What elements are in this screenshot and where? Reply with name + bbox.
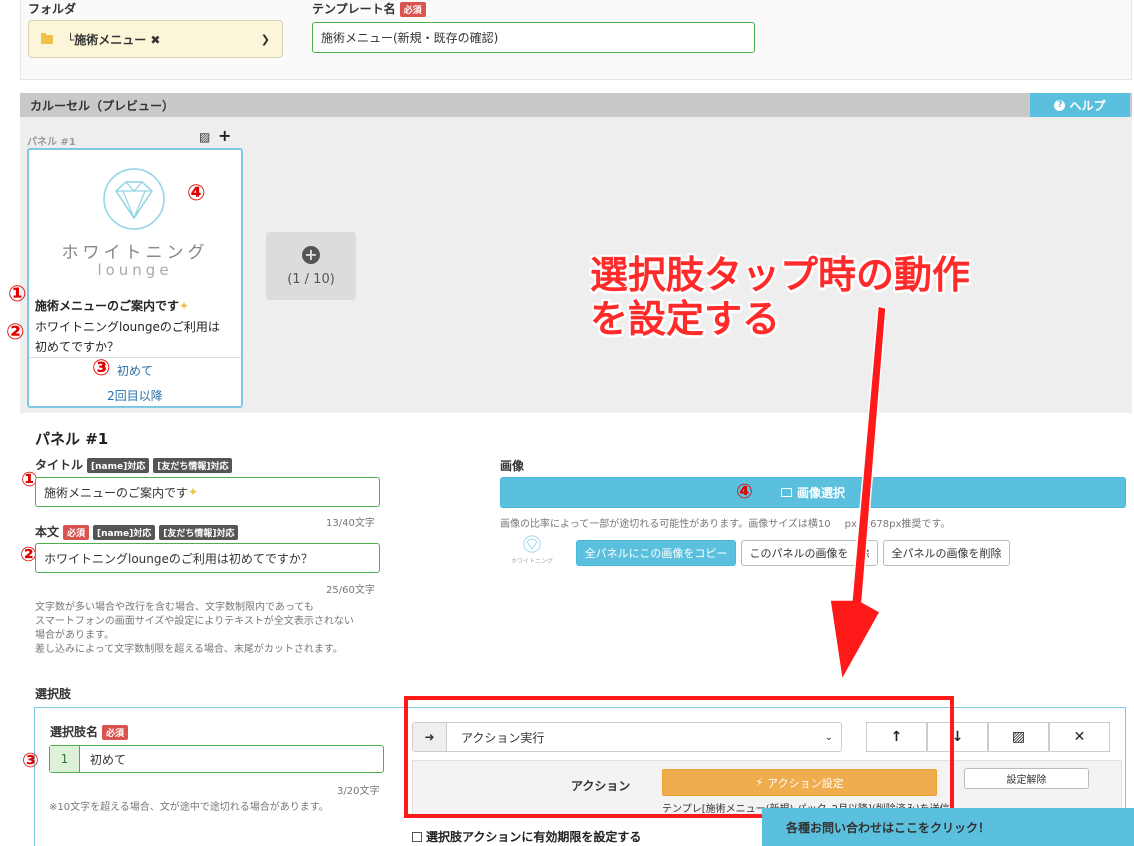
marker-4: ④: [187, 181, 206, 206]
highlight-rectangle: [404, 696, 954, 818]
annotation-line2: を設定する: [590, 297, 781, 341]
folder-value: └施術メニュー ✖: [67, 32, 161, 47]
sparkle-icon: ✦: [188, 485, 199, 499]
divider: [29, 357, 241, 358]
copy-image-all-button[interactable]: 全パネルにこの画像をコピー: [576, 540, 736, 566]
marker-3: ③: [92, 356, 111, 381]
choice-note: ※10文字を超える場合、文が途中で途切れる場合があります。: [49, 802, 329, 813]
title-label: タイトル [name]対応 [友だち情報]対応: [35, 456, 233, 473]
body-note-4: 差し込みによって文字数制限を超える場合、末尾がカットされます。: [35, 644, 343, 655]
card-body-line1: ホワイトニングloungeのご利用は: [35, 320, 220, 334]
diamond-logo-icon: [103, 168, 165, 230]
card-title: 施術メニューのご案内です✦: [35, 297, 189, 314]
preview-panel-label: パネル #1: [27, 137, 76, 148]
friend-tag: [友だち情報]対応: [153, 458, 233, 473]
add-panel-button[interactable]: + (1 / 10): [266, 232, 356, 300]
template-name-label: テンプレート名 必須: [312, 0, 426, 17]
help-label: ヘルプ: [1069, 98, 1106, 113]
title-label-text: タイトル: [35, 458, 84, 472]
card-body-line2: 初めてですか？: [35, 340, 120, 354]
required-badge: 必須: [399, 2, 426, 17]
marker-3-field: ③: [22, 748, 39, 772]
expiry-checkbox[interactable]: [412, 831, 422, 842]
marker-4-field: ④: [736, 479, 753, 503]
copy-choice-button[interactable]: ▨: [988, 722, 1049, 752]
body-label-text: 本文: [35, 525, 60, 539]
choice-name-label: 選択肢名 必須: [50, 723, 129, 740]
plus-circle-icon: +: [302, 245, 320, 264]
folder-icon: [41, 32, 53, 44]
choices-label: 選択肢: [35, 687, 72, 701]
copy-panel-icon[interactable]: ▨: [199, 130, 210, 144]
body-note-1: 文字数が多い場合や改行を含む場合、文字数制限内であっても: [35, 602, 314, 613]
expiry-option[interactable]: 選択肢アクションに有効期限を設定する: [412, 828, 641, 845]
preview-card[interactable]: ホワイトニング lounge 施術メニューのご案内です✦ ホワイトニングloun…: [27, 148, 243, 408]
image-thumbnail: ホワイトニング: [506, 535, 558, 569]
template-name-label-text: テンプレート名: [312, 2, 396, 16]
choice-name-label-text: 選択肢名: [50, 725, 99, 739]
card-title-text: 施術メニューのご案内です: [35, 299, 180, 313]
required-badge: 必須: [63, 525, 90, 540]
expiry-label: 選択肢アクションに有効期限を設定する: [426, 830, 642, 844]
marker-2: ②: [6, 320, 25, 345]
template-name-value: 施術メニュー(新規・既存の確認): [321, 31, 499, 45]
title-input[interactable]: 施術メニューのご案内です ✦: [35, 477, 380, 507]
folder-label: フォルダ: [28, 2, 77, 16]
add-panel-icon[interactable]: +: [218, 128, 231, 144]
image-icon: [780, 488, 792, 497]
title-input-value: 施術メニューのご案内です: [44, 485, 189, 500]
panel-count: (1 / 10): [287, 271, 335, 287]
panel-heading: パネル #1: [35, 430, 109, 448]
sparkle-icon: ✦: [179, 299, 190, 313]
choice-count: 3/20文字: [337, 786, 380, 797]
copy-icon: ▨: [1011, 729, 1026, 745]
friend-tag: [友だち情報]対応: [159, 525, 239, 540]
marker-1: ①: [8, 282, 27, 307]
choice-index: 1: [50, 746, 80, 772]
name-tag: [name]対応: [93, 525, 156, 540]
question-circle-icon: ?: [1054, 99, 1066, 111]
card-choice-2[interactable]: 2回目以降: [29, 387, 241, 404]
body-label: 本文 必須 [name]対応 [友だち情報]対応: [35, 523, 239, 540]
choice-name-value: 初めて: [90, 752, 127, 767]
folder-select[interactable]: └施術メニュー ✖ ❯: [28, 20, 283, 58]
annotation-arrow: [829, 305, 887, 683]
logo-text: ホワイトニング: [61, 243, 209, 263]
body-note-2: スマートフォンの画面サイズや設定によりテキストが全文表示されない: [35, 616, 354, 627]
image-note-a: 画像の比率によって一部が途切れる可能性があります。画像サイズは横10: [500, 519, 831, 530]
thumb-logo-text: ホワイトニング: [510, 558, 553, 565]
choice-name-input[interactable]: 1 初めて: [49, 745, 384, 773]
logo-subtext: lounge: [97, 261, 173, 279]
template-name-input[interactable]: 施術メニュー(新規・既存の確認): [312, 22, 755, 53]
close-icon: ✕: [1073, 729, 1086, 745]
body-note-3: 場合があります。: [35, 630, 114, 641]
annotation-line1: 選択肢タップ時の動作: [590, 253, 971, 297]
delete-all-images-button[interactable]: 全パネルの画像を削除: [883, 540, 1010, 566]
body-input-value: ホワイトニングloungeのご利用は初めてですか？: [44, 551, 313, 566]
image-label: 画像: [500, 459, 525, 473]
carousel-preview-bar: カルーセル（プレビュー）: [20, 93, 1132, 117]
carousel-title: カルーセル（プレビュー）: [30, 98, 175, 113]
required-badge: 必須: [102, 725, 129, 740]
diamond-logo-icon: [523, 535, 541, 553]
body-input[interactable]: ホワイトニングloungeのご利用は初めてですか？: [35, 543, 380, 573]
action-clear-button[interactable]: 設定解除: [964, 768, 1089, 789]
contact-bar[interactable]: 各種お問い合わせはここをクリック！: [762, 808, 1134, 846]
annotation-text: 選択肢タップ時の動作 を設定する: [590, 253, 970, 341]
card-choice-1[interactable]: 初めて: [29, 362, 241, 379]
title-count: 13/40文字: [326, 518, 375, 529]
body-count: 25/60文字: [326, 585, 375, 596]
name-tag: [name]対応: [87, 458, 150, 473]
chevron-down-icon: ❯: [260, 32, 270, 46]
body-note: 文字数が多い場合や改行を含む場合、文字数制限内であっても スマートフォンの画面サ…: [35, 601, 354, 657]
delete-choice-button[interactable]: ✕: [1049, 722, 1110, 752]
help-button[interactable]: ? ヘルプ: [1030, 93, 1130, 117]
